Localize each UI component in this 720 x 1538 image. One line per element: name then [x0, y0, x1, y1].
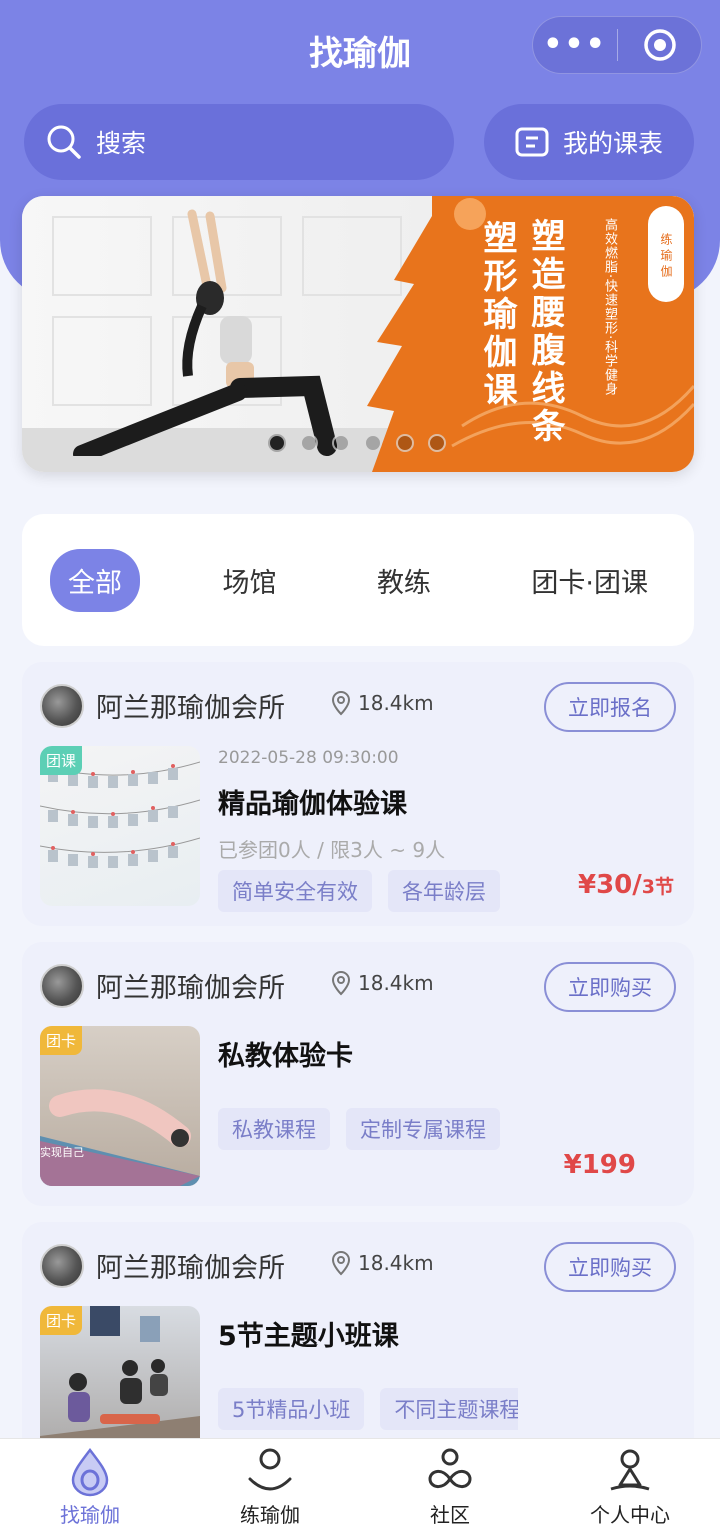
tab-all[interactable]: 全部 — [50, 548, 140, 612]
participant-info: 已参团0人 / 限3人 ~ 9人 — [218, 838, 446, 862]
course-tags: 简单安全有效 各年龄层 — [218, 870, 500, 912]
pagination-dot[interactable] — [300, 434, 318, 452]
more-menu-button[interactable]: ••• — [533, 16, 617, 74]
distance: 18.4km — [330, 690, 434, 716]
nav-item-find-yoga[interactable]: 找瑜伽 — [0, 1439, 180, 1538]
banner-orange-shape — [367, 196, 694, 472]
avatar — [40, 1244, 84, 1288]
banner-pagination — [268, 434, 446, 452]
drop-icon — [71, 1447, 109, 1497]
course-thumbnail: 团课 — [40, 746, 200, 906]
target-circle-icon — [643, 29, 676, 61]
banner-title-left: 塑形瑜伽课 — [477, 220, 517, 410]
nav-item-practice-yoga[interactable]: 练瑜伽 — [180, 1439, 360, 1538]
venue-name: 阿兰那瑜伽会所 — [96, 693, 285, 724]
price-unit: 3节 — [641, 876, 674, 898]
course-tag: 5节精品小班 — [218, 1388, 365, 1430]
distance-text: 18.4km — [358, 691, 434, 715]
schedule-label: 我的课表 — [562, 129, 663, 158]
nav-item-profile[interactable]: 个人中心 — [540, 1439, 720, 1538]
price-value: ¥30/ — [577, 870, 642, 900]
pagination-dot[interactable] — [268, 434, 286, 452]
course-name: 5节主题小班课 — [218, 1321, 399, 1352]
nav-item-community[interactable]: 社区 — [360, 1439, 540, 1538]
schedule-icon — [515, 127, 549, 157]
course-tag: 私教课程 — [218, 1108, 330, 1150]
distance: 18.4km — [330, 1250, 434, 1276]
course-tags: 私教课程 定制专属课程 — [218, 1108, 500, 1150]
pagination-dot[interactable] — [428, 434, 446, 452]
course-thumbnail: 实现自己 团卡 — [40, 1026, 200, 1186]
profile-icon — [610, 1449, 650, 1491]
thumbnail-caption: 实现自己 — [40, 1146, 84, 1159]
course-card[interactable]: 阿兰那瑜伽会所 18.4km 立即购买 团卡 5节主题小班课 5节精品小班 不同… — [22, 1222, 694, 1466]
course-card[interactable]: 阿兰那瑜伽会所 18.4km 立即报名 团课 2022-05-28 09:30:… — [22, 662, 694, 926]
course-card[interactable]: 阿兰那瑜伽会所 18.4km 立即购买 实现自己 团卡 私教体验卡 私教课程 定… — [22, 942, 694, 1206]
avatar — [40, 964, 84, 1008]
nav-label: 社区 — [430, 1503, 470, 1527]
banner-title-right: 塑造腰腹线条 — [525, 218, 565, 446]
my-schedule-button[interactable]: 我的课表 — [484, 104, 694, 180]
buy-now-button[interactable]: 立即购买 — [544, 1242, 676, 1292]
course-tag: 不同主题课程 — [380, 1388, 518, 1430]
nav-label: 找瑜伽 — [60, 1503, 120, 1527]
course-name: 私教体验卡 — [218, 1041, 353, 1072]
course-tag: 简单安全有效 — [218, 870, 372, 912]
distance: 18.4km — [330, 970, 434, 996]
pagination-dot[interactable] — [396, 434, 414, 452]
meditation-icon — [248, 1448, 292, 1491]
distance-text: 18.4km — [358, 971, 434, 995]
search-icon — [47, 125, 81, 159]
course-type-badge: 团课 — [40, 746, 83, 775]
nav-label: 个人中心 — [590, 1503, 670, 1527]
promo-banner[interactable]: 塑造腰腹线条 塑形瑜伽课 高效燃脂·快速塑形·科学健身 练瑜伽 — [22, 196, 694, 472]
sign-up-button[interactable]: 立即报名 — [544, 682, 676, 732]
course-tags: 5节精品小班 不同主题课程 — [218, 1388, 518, 1430]
course-tag: 各年龄层 — [388, 870, 500, 912]
banner-tag: 练瑜伽 — [648, 206, 684, 302]
mini-program-capsule: ••• — [532, 16, 702, 74]
course-type-badge: 团卡 — [40, 1306, 83, 1335]
venue-name: 阿兰那瑜伽会所 — [96, 1253, 285, 1284]
location-pin-icon — [331, 970, 351, 996]
banner-subtitle: 高效燃脂·快速塑形·科学健身 — [602, 218, 617, 397]
tab-venue[interactable]: 场馆 — [204, 551, 294, 610]
tab-coach[interactable]: 教练 — [359, 551, 449, 610]
location-pin-icon — [331, 690, 351, 716]
course-type-badge: 团卡 — [40, 1026, 83, 1055]
nav-label: 练瑜伽 — [240, 1503, 300, 1527]
course-price: ¥30/3节 — [578, 870, 674, 900]
avatar — [40, 684, 84, 728]
category-filter-bar: 全部 场馆 教练 团卡·团课 — [22, 514, 694, 646]
search-placeholder: 搜索 — [96, 129, 147, 158]
pagination-dot[interactable] — [364, 434, 382, 452]
venue-name: 阿兰那瑜伽会所 — [96, 973, 285, 1004]
search-input[interactable]: 搜索 — [24, 104, 454, 180]
community-icon — [428, 1448, 472, 1488]
course-name: 精品瑜伽体验课 — [218, 789, 407, 820]
course-time: 2022-05-28 09:30:00 — [218, 748, 399, 768]
course-price: ¥199 — [563, 1150, 636, 1180]
course-tag: 定制专属课程 — [346, 1108, 500, 1150]
bottom-navigation: 找瑜伽 练瑜伽 社区 个人中心 — [0, 1438, 720, 1538]
distance-text: 18.4km — [358, 1251, 434, 1275]
tab-group-card[interactable]: 团卡·团课 — [513, 551, 666, 610]
pagination-dot[interactable] — [332, 434, 350, 452]
location-pin-icon — [331, 1250, 351, 1276]
close-program-button[interactable] — [618, 28, 701, 62]
buy-now-button[interactable]: 立即购买 — [544, 962, 676, 1012]
